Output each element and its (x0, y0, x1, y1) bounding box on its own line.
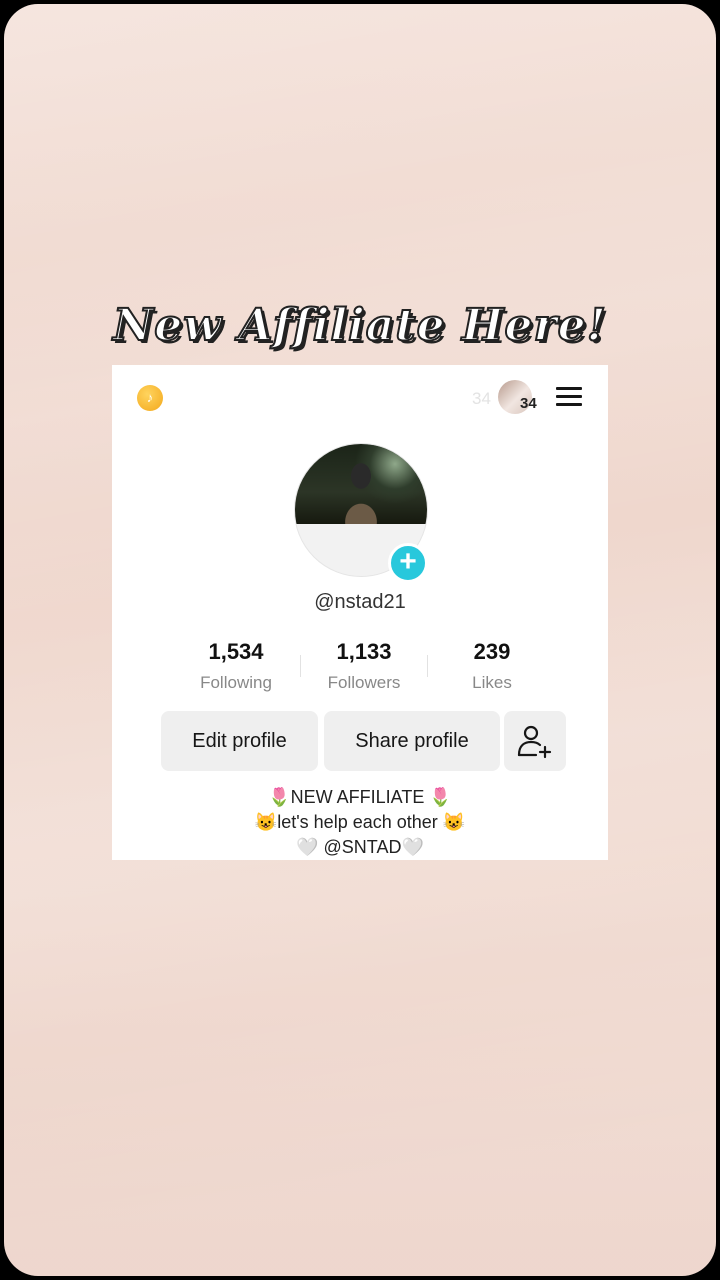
stat-value: 239 (473, 639, 511, 664)
bio-line: 😺let's help each other 😺 (254, 812, 466, 832)
add-photo-plus-icon[interactable]: + (388, 543, 428, 583)
bio: 🌷NEW AFFILIATE 🌷 😺let's help each other … (112, 785, 608, 860)
add-user-icon (517, 725, 552, 759)
stat-label: Following (200, 673, 272, 692)
avatar-photo (295, 444, 427, 524)
stat-label: Likes (472, 673, 512, 692)
bio-line: 🤍 @SNTAD🤍 (296, 837, 424, 857)
headline: New Affiliate Here! (112, 299, 607, 352)
username: @nstad21 (314, 591, 406, 613)
stat-label: Followers (327, 673, 401, 692)
stat-followers[interactable]: 1,133 Followers (299, 639, 429, 693)
add-user-button[interactable] (504, 711, 566, 771)
notification-count: 34 (520, 395, 537, 412)
menu-icon[interactable] (556, 387, 582, 407)
ghost-count: 34 (472, 389, 491, 408)
profile-card: ♪ 34 34 + @nstad21 1,534 Following 1,133… (112, 365, 608, 860)
stat-following[interactable]: 1,534 Following (171, 639, 301, 693)
bio-line: 🌷NEW AFFILIATE 🌷 (268, 787, 452, 807)
tiktok-coin-icon[interactable]: ♪ (137, 385, 163, 411)
stat-value: 1,133 (336, 639, 392, 664)
stat-value: 1,534 (208, 639, 264, 664)
edit-profile-button[interactable]: Edit profile (161, 711, 318, 771)
share-profile-button[interactable]: Share profile (324, 711, 500, 771)
stat-likes[interactable]: 239 Likes (427, 639, 557, 693)
story-frame: New Affiliate Here! ♪ 34 34 + @nstad21 1… (4, 4, 716, 1276)
